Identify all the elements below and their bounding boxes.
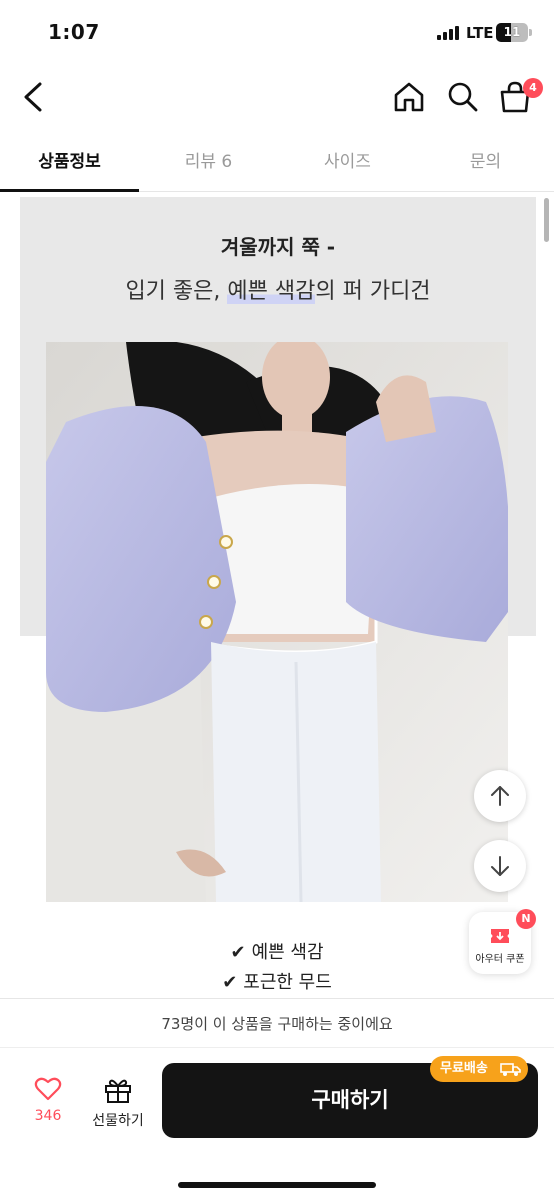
product-detail-content[interactable]: 겨울까지 쭉 - 입기 좋은, 예쁜 색감의 퍼 가디건 ✔ 예쁜 색감 ✔ 포… <box>0 193 554 998</box>
active-tab-indicator <box>0 189 139 192</box>
coupon-icon <box>491 929 509 943</box>
coupon-label: 아우터 쿠폰 <box>475 954 525 965</box>
new-badge: N <box>516 909 536 929</box>
status-bar: 1:07 LTE 11 <box>0 0 554 64</box>
scroll-bottom-button[interactable] <box>474 840 526 892</box>
tab-product-info[interactable]: 상품정보 <box>0 140 139 192</box>
arrow-down-icon <box>491 856 509 876</box>
back-arrow-icon[interactable] <box>18 78 50 116</box>
purchase-activity-banner: 73명이 이 상품을 구매하는 중이에요 <box>0 998 554 1048</box>
heart-icon <box>34 1077 62 1101</box>
gift-label: 선물하기 <box>92 1113 144 1129</box>
home-icon[interactable] <box>392 80 426 114</box>
like-count: 346 <box>34 1108 62 1124</box>
home-indicator <box>178 1182 376 1188</box>
signal-icon <box>437 26 463 40</box>
headline-line-2: 입기 좋은, 예쁜 색감의 퍼 가디건 <box>125 279 431 304</box>
tab-reviews[interactable]: 리뷰 6 <box>139 140 278 192</box>
tab-inquiry[interactable]: 문의 <box>417 140 554 192</box>
free-shipping-badge: 무료배송 <box>430 1056 528 1082</box>
check-icon: ✔ <box>230 942 246 963</box>
status-time: 1:07 <box>48 20 100 44</box>
check-icon: ✔ <box>222 972 238 993</box>
headline-line-1: 겨울까지 쭉 - <box>220 235 336 259</box>
search-icon[interactable] <box>446 80 480 114</box>
feature-item: ✔ 포근한 무드 <box>222 972 332 993</box>
gift-icon <box>105 1079 131 1103</box>
cart-count-badge: 4 <box>523 78 543 98</box>
highlighted-text: 예쁜 색감 <box>227 279 316 304</box>
battery-icon: 11 <box>496 23 528 42</box>
network-label: LTE <box>466 24 494 42</box>
product-photo <box>46 342 508 902</box>
product-tabs: 상품정보 리뷰 6 사이즈 문의 <box>0 140 554 192</box>
scroll-top-button[interactable] <box>474 770 526 822</box>
arrow-up-icon <box>491 786 509 806</box>
truck-icon <box>500 1063 521 1076</box>
scrollbar[interactable] <box>544 198 549 242</box>
like-button[interactable]: 346 <box>20 1076 76 1124</box>
top-nav <box>0 64 554 130</box>
tab-size[interactable]: 사이즈 <box>278 140 417 192</box>
battery-level: 11 <box>503 25 521 39</box>
bottom-action-bar: 346 선물하기 구매하기 무료배송 <box>0 1048 554 1200</box>
gift-button[interactable]: 선물하기 <box>84 1076 152 1130</box>
